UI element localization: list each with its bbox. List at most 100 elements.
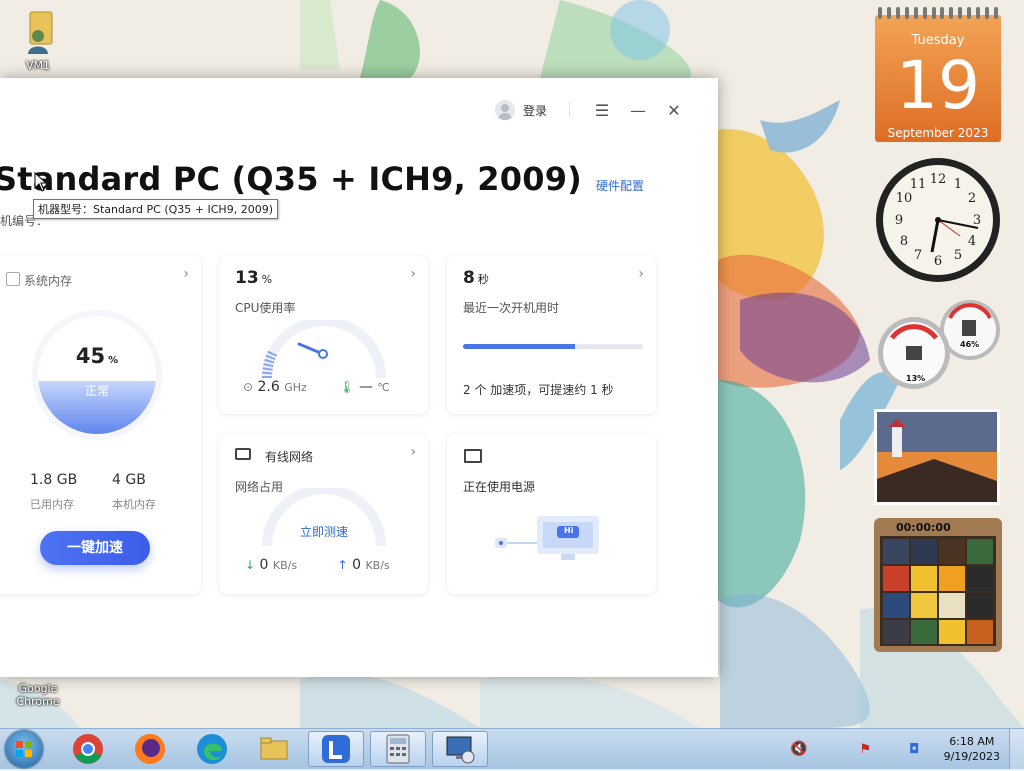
boot-time: 8秒 (463, 268, 489, 288)
memory-used-label: 已用内存 (30, 498, 74, 511)
titlebar-divider (569, 102, 570, 118)
cpu-meter-gadget[interactable] (874, 298, 1002, 390)
taskbar-edge-button[interactable] (184, 731, 240, 767)
window-titlebar-controls: 登录 ☰ — ✕ (494, 98, 692, 122)
taskbar-clock[interactable]: 6:18 AM 9/19/2023 (944, 734, 1000, 764)
boot-time-progress-bar (463, 344, 643, 349)
chevron-right-icon[interactable]: › (638, 266, 644, 282)
network-title: 有线网络 (265, 450, 314, 464)
hardware-config-link[interactable]: 硬件配置 (596, 177, 644, 194)
machine-model-title: Standard PC (Q35 + ICH9, 2009) (0, 160, 582, 198)
network-card[interactable]: 有线网络 › 网络占用 立即测速 ↓ 0 KB/s ↑ 0 KB/s (219, 434, 428, 594)
calendar-binder-rings (878, 7, 998, 19)
remote-desktop-icon (446, 736, 475, 764)
svg-text:10: 10 (896, 191, 913, 206)
minimize-button[interactable]: — (620, 98, 656, 122)
cpu-percent-value: 13 (235, 268, 259, 288)
cpu-temp-unit: ℃ (377, 381, 390, 394)
pc-manager-window: 登录 ☰ — ✕ Standard PC (Q35 + ICH9, 2009) … (0, 78, 718, 677)
memory-percent-value: 45 (75, 344, 106, 368)
calendar-gadget[interactable]: Tuesday 19 September 2023 (875, 7, 1001, 142)
chrome-icon (73, 734, 103, 764)
upload-arrow-icon: ↑ (337, 558, 348, 572)
one-click-boost-button[interactable]: 一键加速 (40, 531, 150, 565)
memory-usage-readout: 46% (958, 340, 982, 349)
cpu-freq-value: 2.6 (257, 379, 280, 395)
svg-text:6: 6 (934, 254, 942, 269)
hamburger-icon: ☰ (594, 100, 610, 120)
mouse-cursor-icon (34, 172, 48, 192)
power-card[interactable]: 正在使用电源 Hi (447, 434, 656, 594)
speed-test-link[interactable]: 立即测速 (300, 523, 348, 540)
svg-text:3: 3 (973, 213, 981, 228)
taskbar-remote-desktop-button[interactable] (432, 731, 488, 767)
download-speed-unit: KB/s (272, 559, 298, 572)
login-button[interactable]: 登录 (494, 100, 547, 120)
machine-model-tooltip: 机器型号：Standard PC (Q35 + ICH9, 2009) (33, 199, 278, 219)
clock-time: 6:18 AM (949, 735, 995, 748)
menu-button[interactable]: ☰ (584, 98, 620, 122)
system-tray: 🔇 ⚑ ◘ (790, 729, 919, 769)
svg-text:8: 8 (900, 234, 908, 249)
chevron-right-icon[interactable]: › (183, 266, 189, 282)
analog-clock-gadget[interactable]: 12 12 345 678 91011 (874, 156, 1002, 284)
desktop-icon-vm1[interactable]: VM1 (6, 10, 70, 72)
boot-summary: 2 个 加速项，可提速约 1 秒 (463, 383, 614, 397)
picture-puzzle-gadget[interactable] (874, 518, 1002, 652)
chevron-right-icon[interactable]: › (410, 444, 416, 460)
close-button[interactable]: ✕ (656, 98, 692, 122)
slideshow-gadget[interactable] (874, 409, 1000, 505)
boot-time-unit: 秒 (477, 273, 489, 286)
avatar-icon (494, 100, 515, 120)
login-label: 登录 (522, 103, 547, 118)
cpu-temp-value: — (358, 379, 373, 395)
cpu-usage-gauge (261, 320, 386, 379)
memory-percent-unit: % (108, 355, 119, 366)
memory-total-label: 本机内存 (112, 498, 156, 511)
svg-text:9: 9 (895, 213, 903, 228)
calendar-weekday: Tuesday (911, 33, 965, 48)
taskbar: 🔇 ⚑ ◘ 6:18 AM 9/19/2023 (0, 728, 1024, 769)
memory-card-title: 系统内存 (24, 274, 73, 288)
action-center-icon[interactable]: ⚑ (859, 742, 871, 757)
memory-gauge: 45% 正常 (38, 316, 156, 434)
svg-text:5: 5 (954, 248, 962, 263)
chevron-right-icon[interactable]: › (410, 266, 416, 282)
taskbar-pc-manager-button[interactable] (308, 731, 364, 767)
desktop-icon-label: Google Chrome (16, 682, 60, 708)
network-tray-icon[interactable]: ◘ (909, 742, 919, 757)
taskbar-explorer-button[interactable] (246, 731, 302, 767)
download-arrow-icon: ↓ (245, 558, 256, 572)
memory-card[interactable]: 系统内存 › 45% 正常 1.8 GB 已用内存 4 GB 本机内存 一键加速 (0, 256, 201, 594)
clock-icon: ⊙ (243, 380, 254, 394)
cpu-percent-unit: % (261, 273, 273, 286)
svg-text:2: 2 (968, 191, 976, 206)
power-title: 正在使用电源 (463, 480, 536, 494)
boot-time-card[interactable]: 8秒 › 最近一次开机用时 2 个 加速项，可提速约 1 秒 (447, 256, 656, 414)
boot-time-value: 8 (463, 268, 475, 288)
clock-date: 9/19/2023 (943, 750, 1000, 763)
cpu-card[interactable]: 13% › CPU使用率 ⊙ 2.6 GHz 🌡 — ℃ (219, 256, 428, 414)
cpu-usage-readout: 13% (904, 374, 928, 383)
network-speed-row: ↓ 0 KB/s ↑ 0 KB/s (245, 557, 390, 573)
svg-text:1: 1 (954, 177, 962, 192)
memory-icon (6, 272, 20, 286)
upload-speed-unit: KB/s (365, 559, 390, 572)
svg-text:4: 4 (968, 234, 976, 249)
desktop-icon-label: VM1 (25, 59, 50, 72)
power-illustration-icon (495, 516, 599, 560)
upload-speed-value: 0 (352, 557, 361, 573)
desktop-icon-google-chrome[interactable]: Google Chrome (6, 682, 70, 708)
machine-title-row: Standard PC (Q35 + ICH9, 2009) 硬件配置 (0, 160, 644, 198)
taskbar-calculator-button[interactable] (370, 731, 426, 767)
memory-percent: 45% (38, 344, 156, 368)
show-desktop-button[interactable] (1009, 729, 1024, 769)
volume-muted-icon[interactable]: 🔇 (790, 741, 807, 757)
taskbar-chrome-button[interactable] (60, 731, 116, 767)
start-button[interactable] (5, 730, 43, 768)
boot-time-label: 最近一次开机用时 (463, 301, 560, 315)
taskbar-firefox-button[interactable] (122, 731, 178, 767)
pc-manager-icon (322, 735, 350, 763)
calculator-icon (386, 734, 410, 764)
cpu-usage-label: CPU使用率 (235, 301, 296, 315)
